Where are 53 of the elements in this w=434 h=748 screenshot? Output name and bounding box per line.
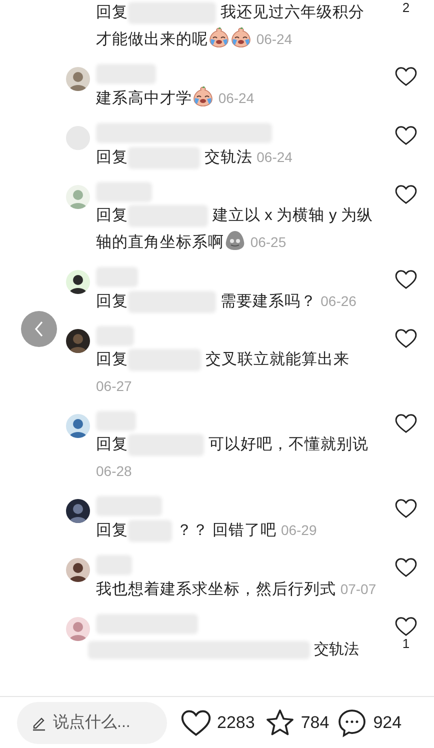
like-count: 2283 [217, 712, 255, 734]
heart-icon[interactable] [395, 126, 417, 145]
reply-label: 回复 [96, 351, 128, 368]
comment-date: 06-27 [96, 377, 132, 396]
star-icon[interactable] [264, 708, 295, 738]
heart-icon[interactable] [395, 414, 417, 433]
heart-icon[interactable] [395, 558, 417, 577]
comment-text: 可以好吧，不懂就别说 [208, 436, 368, 453]
comment-text: 建系高中才学 [96, 90, 192, 107]
comment-text: 需要建系吗？ [220, 293, 316, 310]
chevron-left-icon [34, 321, 44, 337]
favorite-count: 784 [300, 712, 330, 734]
comment-date: 06-24 [256, 30, 292, 49]
heart-icon[interactable] [395, 67, 417, 86]
reply-label: 回复 [96, 293, 128, 310]
comment-date: 06-29 [280, 521, 317, 540]
like-count: 1 [402, 636, 410, 652]
avatar[interactable] [66, 329, 90, 353]
comment-text: 才能做出来的呢 [96, 31, 208, 48]
comment-input[interactable]: 说点什么... [17, 702, 167, 744]
avatar[interactable] [66, 558, 90, 582]
avatar[interactable] [66, 499, 90, 523]
reply-label: 回复 [96, 436, 128, 453]
comment-text: 交叉联立就能算出来 [205, 351, 350, 368]
heart-icon[interactable] [395, 617, 417, 636]
comment-date: 06-26 [320, 292, 356, 311]
reply-label: 回复 [96, 149, 128, 166]
comment-date: 06-25 [250, 233, 286, 252]
comment-text: 建立以 x 为横轴 y 为纵 [212, 207, 374, 224]
comment-text: 交轨法 [314, 640, 359, 660]
heart-icon[interactable] [181, 710, 211, 736]
heart-icon[interactable] [395, 499, 417, 518]
heart-icon[interactable] [395, 185, 417, 204]
comment-count: 924 [373, 712, 402, 734]
comment-date: 06-28 [96, 462, 132, 481]
input-field: 说点什么... [53, 710, 163, 734]
comment-date: 07-07 [340, 580, 376, 599]
back-button[interactable] [21, 311, 57, 347]
reply-label: 回复 [96, 522, 128, 539]
like-count: 2 [402, 0, 410, 16]
reply-label: 回复 [96, 207, 128, 224]
comment-text: 轴的直角坐标系啊 [96, 234, 224, 251]
heart-icon[interactable] [395, 329, 417, 348]
comment-date: 06-24 [218, 89, 254, 108]
comment-text: 交轨法 [204, 149, 252, 166]
comment-text: 我也想着建系求坐标，然后行列式 [96, 581, 336, 598]
reply-label: 回复 [96, 4, 128, 21]
comment-text: 我还见过六年级积分 [220, 4, 364, 21]
heart-icon[interactable] [395, 270, 417, 289]
comment-date: 06-24 [256, 148, 292, 167]
chat-bubble-icon[interactable] [337, 708, 368, 738]
comment-text: ？？ 回错了吧 [176, 522, 277, 539]
avatar[interactable] [66, 270, 90, 294]
